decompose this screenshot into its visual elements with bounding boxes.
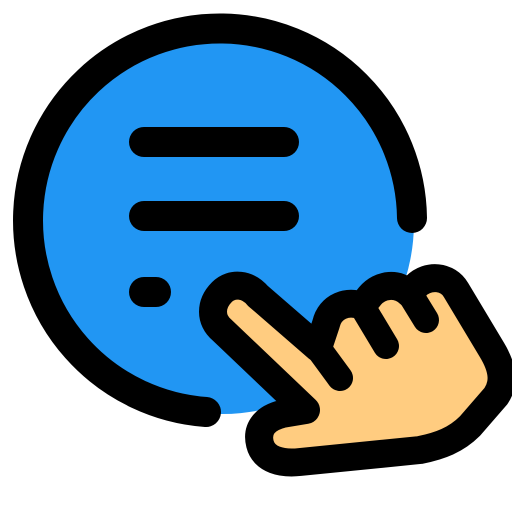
pointing-hand-icon [199,264,512,477]
knuckle-line-3 [397,281,439,333]
chat-bubble-tap-icon[interactable] [0,0,512,512]
knuckle-line-1 [305,335,353,391]
icon-canvas [0,0,512,512]
